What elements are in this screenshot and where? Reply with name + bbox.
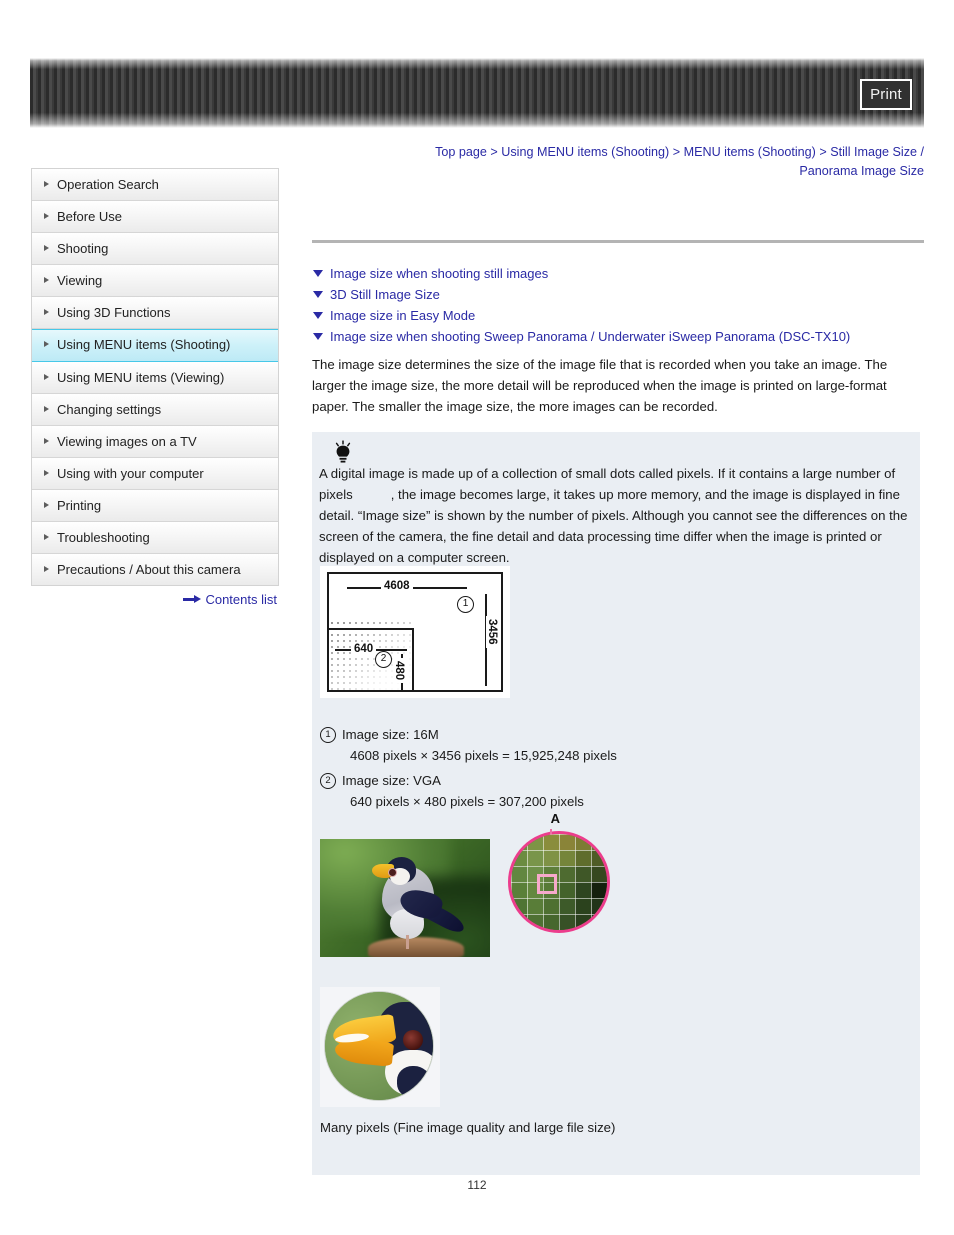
bird-perch bbox=[368, 937, 464, 957]
sidebar-item-label: Operation Search bbox=[57, 177, 159, 192]
anchor-label: Image size when shooting Sweep Panorama … bbox=[330, 329, 851, 344]
intro-paragraph: The image size determines the size of th… bbox=[312, 357, 888, 414]
sidebar-item-using-menu-items-shooting[interactable]: Using MENU items (Shooting) bbox=[32, 329, 278, 362]
chevron-right-icon bbox=[44, 374, 49, 380]
closeup-eye bbox=[403, 1030, 423, 1050]
contents-list-link[interactable]: Contents list bbox=[31, 592, 277, 607]
sidebar-item-label: Precautions / About this camera bbox=[57, 562, 241, 577]
diagram-label-3456: 3456 bbox=[486, 616, 498, 648]
sidebar-item-precautions-about-this-camera[interactable]: Precautions / About this camera bbox=[32, 554, 278, 586]
chevron-right-icon bbox=[44, 534, 49, 540]
anchor-link-list: Image size when shooting still images 3D… bbox=[312, 265, 924, 346]
sidebar-item-label: Using MENU items (Viewing) bbox=[57, 370, 225, 385]
chevron-down-icon bbox=[313, 270, 323, 277]
image-size-diagram: 4608 3456 640 480 1 2 bbox=[320, 566, 510, 698]
chevron-right-icon bbox=[44, 341, 49, 347]
sidebar-item-label: Printing bbox=[57, 498, 102, 513]
diagram-label-4608: 4608 bbox=[381, 580, 413, 592]
sidebar-item-using-3d-functions[interactable]: Using 3D Functions bbox=[32, 297, 278, 329]
breadcrumb: Top page > Using MENU items (Shooting) >… bbox=[300, 143, 924, 181]
anchor-link-image-size-easy-mode[interactable]: Image size in Easy Mode bbox=[312, 307, 924, 325]
tip-panel: A digital image is made up of a collecti… bbox=[312, 432, 920, 1175]
sidebar-item-operation-search[interactable]: Operation Search bbox=[32, 169, 278, 201]
diagram-legend: 1 Image size: 16M 4608 pixels × 3456 pix… bbox=[320, 724, 740, 816]
chevron-down-icon bbox=[313, 333, 323, 340]
legend-title: Image size: 16M bbox=[342, 727, 439, 742]
legend-title: Image size: VGA bbox=[342, 773, 441, 788]
magnifier-label-a: A bbox=[550, 811, 560, 826]
anchor-link-image-size-sweep-panorama[interactable]: Image size when shooting Sweep Panorama … bbox=[312, 328, 924, 346]
sidebar-item-label: Viewing bbox=[57, 273, 103, 288]
chevron-right-icon bbox=[44, 245, 49, 251]
bird-photograph bbox=[320, 839, 490, 957]
sidebar-item-changing-settings[interactable]: Changing settings bbox=[32, 394, 278, 426]
sidebar-item-label: Troubleshooting bbox=[57, 530, 150, 545]
sidebar-item-label: Changing settings bbox=[57, 402, 162, 417]
chevron-right-icon bbox=[44, 438, 49, 444]
bird-closeup-illustration bbox=[320, 987, 440, 1107]
sidebar-item-using-menu-items-viewing[interactable]: Using MENU items (Viewing) bbox=[32, 362, 278, 394]
diagram-label-480: 480 bbox=[393, 658, 405, 684]
print-button[interactable]: Print bbox=[860, 79, 912, 110]
sidebar-item-using-with-your-computer[interactable]: Using with your computer bbox=[32, 458, 278, 490]
sidebar-item-label: Before Use bbox=[57, 209, 123, 224]
legend-item-vga: 2 Image size: VGA 640 pixels × 480 pixel… bbox=[320, 770, 740, 812]
contents-list-label: Contents list bbox=[205, 592, 277, 607]
breadcrumb-line-2[interactable]: Panorama Image Size bbox=[799, 164, 924, 178]
diagram-marker-two: 2 bbox=[375, 651, 392, 668]
sidebar-item-viewing[interactable]: Viewing bbox=[32, 265, 278, 297]
sidebar-item-before-use[interactable]: Before Use bbox=[32, 201, 278, 233]
content-divider bbox=[312, 240, 924, 243]
selected-pixel-highlight bbox=[537, 874, 557, 894]
chevron-right-icon bbox=[44, 213, 49, 219]
sidebar-item-label: Using 3D Functions bbox=[57, 305, 171, 320]
legend-marker-two: 2 bbox=[320, 773, 336, 789]
legend-item-16m: 1 Image size: 16M 4608 pixels × 3456 pix… bbox=[320, 724, 740, 766]
sidebar-item-label: Using with your computer bbox=[57, 466, 204, 481]
sidebar-item-printing[interactable]: Printing bbox=[32, 490, 278, 522]
closeup-dark-marking bbox=[397, 1066, 431, 1098]
diagram-outer-rectangle: 4608 3456 640 480 1 2 bbox=[327, 572, 503, 692]
chevron-right-icon bbox=[44, 406, 49, 412]
anchor-label: Image size in Easy Mode bbox=[330, 308, 476, 323]
main-content: Image size when shooting still images 3D… bbox=[312, 240, 924, 417]
sidebar-item-shooting[interactable]: Shooting bbox=[32, 233, 278, 265]
chevron-right-icon bbox=[44, 502, 49, 508]
anchor-link-3d-still-image-size[interactable]: 3D Still Image Size bbox=[312, 286, 924, 304]
sidebar-navigation: Operation Search Before Use Shooting Vie… bbox=[31, 168, 279, 586]
anchor-label: Image size when shooting still images bbox=[330, 266, 549, 281]
page-header-bar: Print bbox=[30, 58, 924, 128]
sidebar-item-label: Shooting bbox=[57, 241, 109, 256]
chevron-down-icon bbox=[313, 312, 323, 319]
sidebar-item-viewing-images-on-a-tv[interactable]: Viewing images on a TV bbox=[32, 426, 278, 458]
diagram-marker-one: 1 bbox=[457, 596, 474, 613]
anchor-label: 3D Still Image Size bbox=[330, 287, 440, 302]
legend-marker-one: 1 bbox=[320, 727, 336, 743]
chevron-right-icon bbox=[44, 470, 49, 476]
pixel-grid-overlay bbox=[511, 834, 607, 930]
sidebar-item-label: Using MENU items (Shooting) bbox=[57, 337, 231, 352]
legend-detail: 640 pixels × 480 pixels = 307,200 pixels bbox=[350, 794, 584, 809]
sidebar-item-label: Viewing images on a TV bbox=[57, 434, 197, 449]
chevron-right-icon bbox=[44, 566, 49, 572]
tip-text-part-2: , the image becomes large, it takes up m… bbox=[319, 487, 908, 565]
anchor-link-image-size-still-images[interactable]: Image size when shooting still images bbox=[312, 265, 924, 283]
bird-photo-illustration: A bbox=[320, 811, 610, 967]
bird-eye bbox=[388, 868, 397, 877]
page-number: 112 bbox=[467, 1178, 487, 1192]
legend-detail: 4608 pixels × 3456 pixels = 15,925,248 p… bbox=[350, 748, 617, 763]
tip-text: A digital image is made up of a collecti… bbox=[319, 463, 909, 568]
sidebar-item-troubleshooting[interactable]: Troubleshooting bbox=[32, 522, 278, 554]
chevron-down-icon bbox=[313, 291, 323, 298]
chevron-right-icon bbox=[44, 181, 49, 187]
bird-leg bbox=[406, 935, 409, 949]
chevron-right-icon bbox=[44, 277, 49, 283]
magnifier-circle bbox=[508, 831, 610, 933]
arrow-right-icon bbox=[183, 595, 202, 603]
breadcrumb-line-1[interactable]: Top page > Using MENU items (Shooting) >… bbox=[435, 145, 924, 159]
diagram-label-640: 640 bbox=[351, 643, 377, 655]
closeup-circle bbox=[324, 991, 434, 1101]
chevron-right-icon bbox=[44, 309, 49, 315]
photo-caption: Many pixels (Fine image quality and larg… bbox=[320, 1120, 616, 1135]
